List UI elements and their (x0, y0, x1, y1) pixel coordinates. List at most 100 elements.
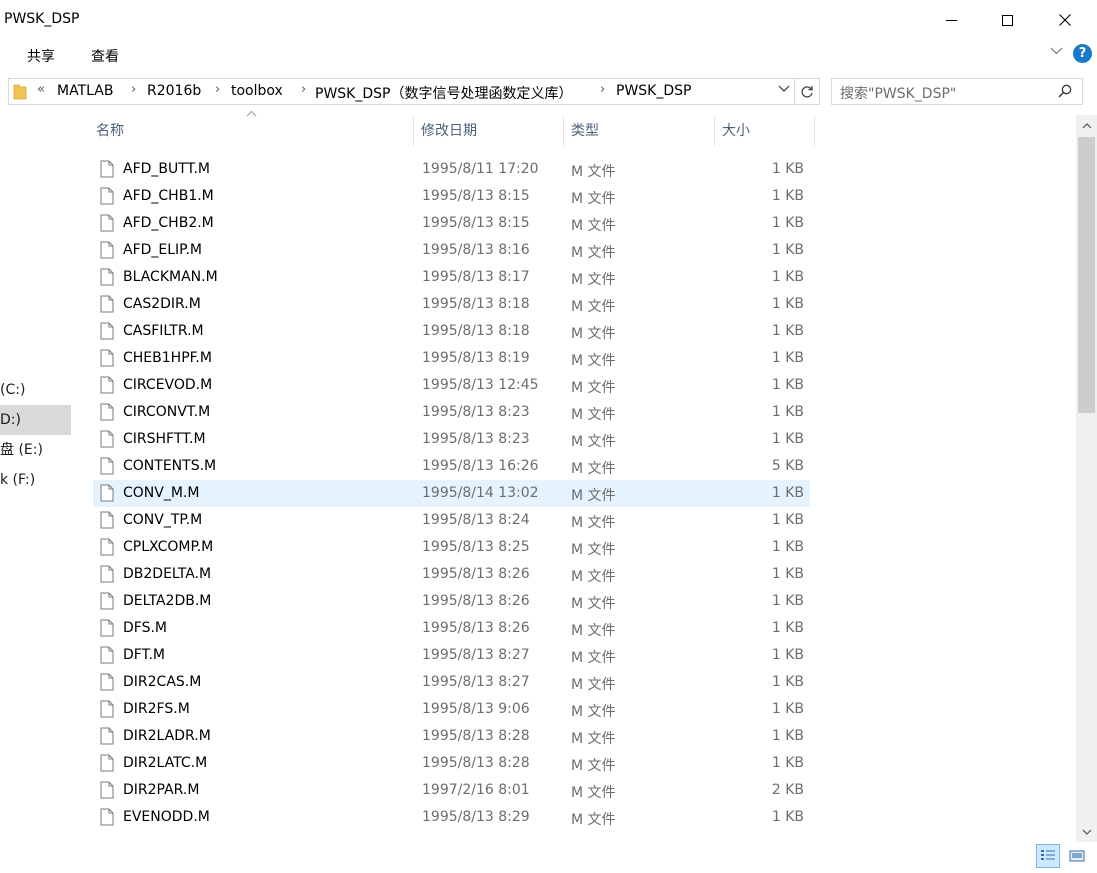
file-row[interactable]: AFD_BUTT.M 1995/8/11 17:20 M 文件 1 KB (93, 156, 810, 183)
file-type: M 文件 (571, 272, 616, 288)
file-size: 1 KB (771, 566, 804, 582)
file-name: EVENODD.M (123, 809, 210, 825)
file-name: CONV_M.M (123, 485, 200, 501)
file-date: 1995/8/13 8:26 (422, 593, 530, 609)
search-icon[interactable] (1058, 84, 1072, 98)
file-row[interactable]: DIR2CAS.M 1995/8/13 8:27 M 文件 1 KB (93, 669, 810, 696)
file-size: 1 KB (771, 809, 804, 825)
help-icon[interactable]: ? (1073, 44, 1092, 63)
column-divider[interactable] (714, 116, 715, 146)
details-view-button[interactable] (1036, 844, 1060, 868)
file-row[interactable]: CONV_M.M 1995/8/14 13:02 M 文件 1 KB (93, 480, 810, 507)
file-row[interactable]: CONV_TP.M 1995/8/13 8:24 M 文件 1 KB (93, 507, 810, 534)
breadcrumb-toolbox[interactable]: toolbox (231, 83, 283, 99)
minimize-button[interactable] (928, 0, 974, 40)
file-row[interactable]: DB2DELTA.M 1995/8/13 8:26 M 文件 1 KB (93, 561, 810, 588)
column-divider[interactable] (563, 116, 564, 146)
maximize-button[interactable] (984, 0, 1030, 40)
chevron-down-icon[interactable] (778, 85, 790, 93)
file-row[interactable]: CIRCONVT.M 1995/8/13 8:23 M 文件 1 KB (93, 399, 810, 426)
file-name: DIR2FS.M (123, 701, 190, 717)
file-name: DIR2LADR.M (123, 728, 211, 744)
nav-item-drive-e[interactable]: 盘 (E:) (0, 435, 71, 465)
title-bar: PWSK_DSP (0, 0, 1097, 40)
sort-ascending-icon (246, 110, 257, 117)
file-size: 1 KB (771, 377, 804, 393)
refresh-button[interactable] (795, 78, 820, 105)
file-row[interactable]: DFS.M 1995/8/13 8:26 M 文件 1 KB (93, 615, 810, 642)
file-type: M 文件 (571, 542, 616, 558)
file-icon (100, 160, 114, 182)
tab-share[interactable]: 共享 (27, 46, 55, 66)
file-name: DIR2CAS.M (123, 674, 202, 690)
file-row[interactable]: CAS2DIR.M 1995/8/13 8:18 M 文件 1 KB (93, 291, 810, 318)
column-header-type[interactable]: 类型 (571, 115, 599, 147)
column-divider[interactable] (413, 116, 414, 146)
file-row[interactable]: CHEB1HPF.M 1995/8/13 8:19 M 文件 1 KB (93, 345, 810, 372)
file-type: M 文件 (571, 731, 616, 747)
file-row[interactable]: DFT.M 1995/8/13 8:27 M 文件 1 KB (93, 642, 810, 669)
file-row[interactable]: CONTENTS.M 1995/8/13 16:26 M 文件 5 KB (93, 453, 810, 480)
file-size: 1 KB (771, 350, 804, 366)
file-row[interactable]: EVENODD.M 1995/8/13 8:29 M 文件 1 KB (93, 804, 810, 831)
file-row[interactable]: CIRSHFTT.M 1995/8/13 8:23 M 文件 1 KB (93, 426, 810, 453)
file-size: 1 KB (771, 674, 804, 690)
close-button[interactable] (1042, 0, 1088, 40)
address-bar[interactable]: « MATLAB › R2016b › toolbox › PWSK_DSP（数… (8, 78, 795, 105)
file-row[interactable]: AFD_CHB2.M 1995/8/13 8:15 M 文件 1 KB (93, 210, 810, 237)
nav-item-drive-d[interactable]: D:) (0, 405, 71, 435)
file-row[interactable]: DIR2PAR.M 1997/2/16 8:01 M 文件 2 KB (93, 777, 810, 804)
breadcrumb-pwsk-dsp[interactable]: PWSK_DSP (616, 83, 691, 99)
nav-item-drive-f[interactable]: k (F:) (0, 465, 71, 495)
file-date: 1995/8/13 8:23 (422, 404, 530, 420)
scroll-down-button[interactable] (1076, 821, 1097, 842)
search-input[interactable]: 搜索"PWSK_DSP" (831, 78, 1083, 105)
file-date: 1995/8/13 8:15 (422, 188, 530, 204)
breadcrumb-pwsk-dsp-parent[interactable]: PWSK_DSP（数字信号处理函数定义库） (315, 83, 572, 103)
nav-item-drive-c[interactable]: (C:) (0, 375, 71, 405)
tab-view[interactable]: 查看 (91, 46, 119, 66)
column-header-size[interactable]: 大小 (722, 115, 750, 147)
file-size: 1 KB (771, 512, 804, 528)
column-header-name[interactable]: 名称 (96, 115, 124, 147)
file-row[interactable]: CPLXCOMP.M 1995/8/13 8:25 M 文件 1 KB (93, 534, 810, 561)
file-icon (100, 565, 114, 587)
file-name: BLACKMAN.M (123, 269, 218, 285)
ribbon-expand-icon[interactable] (1050, 47, 1063, 55)
chevron-right-icon[interactable]: › (131, 82, 136, 97)
file-date: 1995/8/13 8:28 (422, 755, 530, 771)
file-row[interactable]: BLACKMAN.M 1995/8/13 8:17 M 文件 1 KB (93, 264, 810, 291)
file-row[interactable]: AFD_CHB1.M 1995/8/13 8:15 M 文件 1 KB (93, 183, 810, 210)
scroll-up-button[interactable] (1076, 115, 1097, 136)
file-row[interactable]: DIR2LATC.M 1995/8/13 8:28 M 文件 1 KB (93, 750, 810, 777)
chevron-right-icon[interactable]: › (215, 82, 220, 97)
file-icon (100, 727, 114, 749)
file-type: M 文件 (571, 164, 616, 180)
file-date: 1995/8/13 8:25 (422, 539, 530, 555)
file-row[interactable]: DIR2LADR.M 1995/8/13 8:28 M 文件 1 KB (93, 723, 810, 750)
file-date: 1995/8/13 8:26 (422, 566, 530, 582)
chevron-right-icon[interactable]: › (301, 82, 306, 97)
file-type: M 文件 (571, 434, 616, 450)
column-header-date[interactable]: 修改日期 (421, 115, 477, 147)
large-icons-view-button[interactable] (1065, 844, 1089, 868)
file-row[interactable]: DIR2FS.M 1995/8/13 9:06 M 文件 1 KB (93, 696, 810, 723)
file-size: 1 KB (771, 431, 804, 447)
file-row[interactable]: DELTA2DB.M 1995/8/13 8:26 M 文件 1 KB (93, 588, 810, 615)
chevron-right-icon[interactable]: › (600, 82, 605, 97)
file-row[interactable]: AFD_ELIP.M 1995/8/13 8:16 M 文件 1 KB (93, 237, 810, 264)
file-row[interactable]: CIRCEVOD.M 1995/8/13 12:45 M 文件 1 KB (93, 372, 810, 399)
breadcrumb-overflow[interactable]: « (37, 82, 45, 97)
scroll-thumb[interactable] (1078, 137, 1095, 413)
large-icons-view-icon (1069, 850, 1085, 862)
file-name: AFD_CHB1.M (123, 188, 214, 204)
breadcrumb-matlab[interactable]: MATLAB (57, 83, 113, 99)
file-row[interactable]: CASFILTR.M 1995/8/13 8:18 M 文件 1 KB (93, 318, 810, 345)
column-divider[interactable] (814, 116, 815, 146)
file-icon (100, 646, 114, 668)
vertical-scrollbar[interactable] (1076, 115, 1097, 842)
nav-item-label: (C:) (0, 382, 26, 398)
file-icon (100, 754, 114, 776)
breadcrumb-r2016b[interactable]: R2016b (147, 83, 201, 99)
search-placeholder: 搜索"PWSK_DSP" (840, 86, 957, 102)
